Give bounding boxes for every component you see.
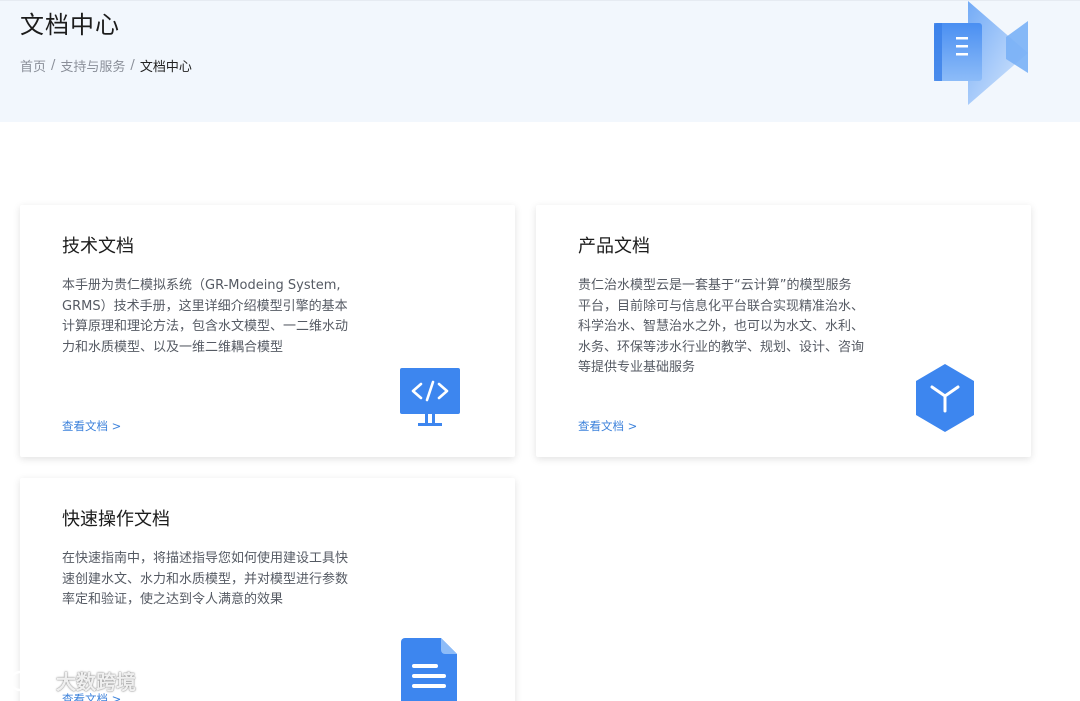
card-technical-docs[interactable]: 技术文档 本手册为贵仁模拟系统（GR-Modeing System, GRMS）… xyxy=(20,205,515,457)
breadcrumb-current: 文档中心 xyxy=(139,60,192,75)
card-title: 产品文档 xyxy=(578,236,650,257)
page: 文档中心 首页 / 支持与服务 / 文档中心 技术文档 本手册为贵仁模拟系统（G… xyxy=(0,0,1080,701)
cube-icon xyxy=(916,364,974,432)
breadcrumb-support[interactable]: 支持与服务 xyxy=(60,56,125,75)
breadcrumb-separator: / xyxy=(51,58,56,73)
breadcrumb-home[interactable]: 首页 xyxy=(20,56,46,75)
document-icon xyxy=(401,638,457,701)
watermark-text: 大数跨境 xyxy=(56,670,136,694)
breadcrumb: 首页 / 支持与服务 / 文档中心 xyxy=(20,56,192,75)
page-title: 文档中心 xyxy=(20,11,120,39)
page-header: 文档中心 首页 / 支持与服务 / 文档中心 xyxy=(0,0,1080,122)
card-title: 技术文档 xyxy=(62,236,134,257)
watermark: 大数跨境 xyxy=(8,666,136,695)
watermark-logo-icon xyxy=(9,670,50,691)
view-docs-link[interactable]: 查看文档 > xyxy=(578,418,637,434)
card-description: 贵仁治水模型云是一套基于“云计算”的模型服务平台，目前除可与信息化平台联合实现精… xyxy=(578,278,865,375)
view-docs-link[interactable]: 查看文档 > xyxy=(62,418,121,434)
card-product-docs[interactable]: 产品文档 贵仁治水模型云是一套基于“云计算”的模型服务平台，目前除可与信息化平台… xyxy=(536,205,1031,457)
card-description: 本手册为贵仁模拟系统（GR-Modeing System, GRMS）技术手册，… xyxy=(62,278,349,355)
book-illustration-icon xyxy=(934,1,1028,105)
card-title: 快速操作文档 xyxy=(62,509,170,530)
card-description: 在快速指南中，将描述指导您如何使用建设工具快速创建水文、水力和水质模型，并对模型… xyxy=(62,551,349,607)
breadcrumb-separator: / xyxy=(130,58,135,73)
monitor-code-icon xyxy=(400,368,460,426)
